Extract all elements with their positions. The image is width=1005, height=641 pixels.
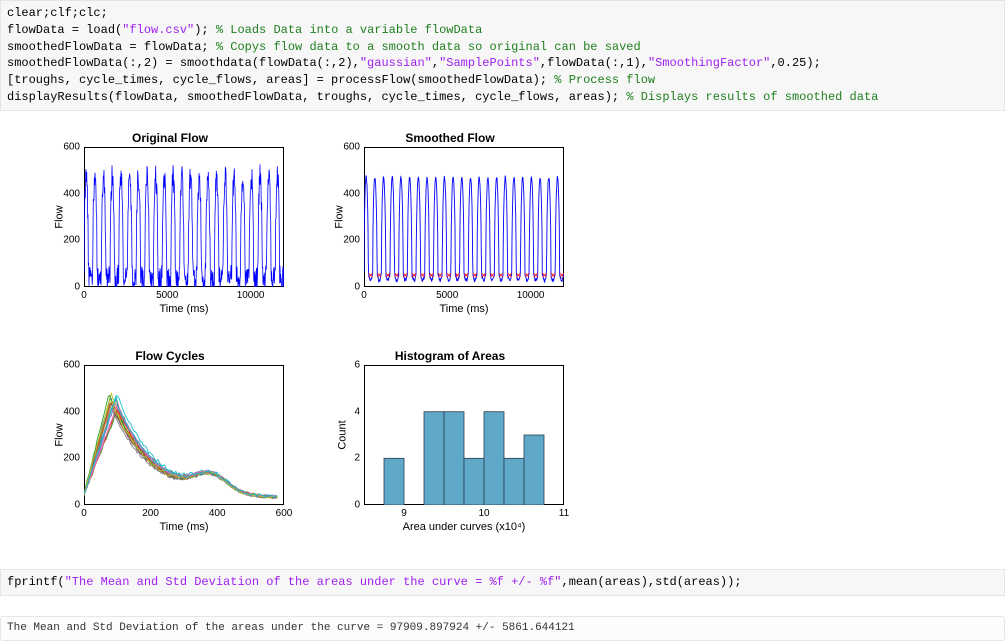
xtick: 10 <box>478 508 489 519</box>
xtick: 600 <box>276 508 293 519</box>
xtick: 0 <box>81 290 87 301</box>
ytick: 0 <box>50 281 80 292</box>
ytick: 0 <box>330 499 360 510</box>
ytick: 400 <box>50 188 80 199</box>
chart-smoothed-flow: Smoothed Flow Flow Time (ms) 0 200 400 6… <box>320 131 580 331</box>
code-cell-1: clear;clf;clc; flowData = load("flow.csv… <box>0 0 1005 111</box>
xtick: 0 <box>81 508 87 519</box>
ytick: 600 <box>330 141 360 152</box>
xtick: 200 <box>142 508 159 519</box>
xtick: 10000 <box>237 290 265 301</box>
bar-plot <box>364 365 564 505</box>
line-plot <box>84 365 284 505</box>
xtick: 5000 <box>156 290 178 301</box>
chart-histogram-areas: Histogram of Areas Count Area under curv… <box>320 349 580 549</box>
code-cell-2: fprintf("The Mean and Std Deviation of t… <box>0 569 1005 596</box>
xtick: 10000 <box>517 290 545 301</box>
ylabel: Count <box>337 420 349 449</box>
ytick: 0 <box>330 281 360 292</box>
ytick: 200 <box>330 235 360 246</box>
ytick: 2 <box>330 453 360 464</box>
ytick: 600 <box>50 359 80 370</box>
ytick: 200 <box>50 453 80 464</box>
xlabel: Area under curves (x10⁴) <box>364 521 564 533</box>
ytick: 200 <box>50 235 80 246</box>
xtick: 400 <box>209 508 226 519</box>
ytick: 4 <box>330 406 360 417</box>
ytick: 400 <box>330 188 360 199</box>
ytick: 600 <box>50 141 80 152</box>
xtick: 5000 <box>436 290 458 301</box>
line-plot <box>364 147 564 287</box>
xlabel: Time (ms) <box>364 303 564 315</box>
ylabel: Flow <box>334 205 346 228</box>
ytick: 6 <box>330 359 360 370</box>
chart-flow-cycles: Flow Cycles Flow Time (ms) 0 200 400 600… <box>40 349 300 549</box>
ylabel: Flow <box>54 423 66 446</box>
figure-output: Original Flow Flow Time (ms) 0 200 400 6… <box>0 111 1005 569</box>
ylabel: Flow <box>54 205 66 228</box>
line-plot <box>84 147 284 287</box>
xtick: 0 <box>361 290 367 301</box>
xlabel: Time (ms) <box>84 521 284 533</box>
xtick: 11 <box>559 508 569 519</box>
xtick: 9 <box>401 508 407 519</box>
text-output: The Mean and Std Deviation of the areas … <box>0 616 1005 641</box>
chart-original-flow: Original Flow Flow Time (ms) 0 200 400 6… <box>40 131 300 331</box>
xlabel: Time (ms) <box>84 303 284 315</box>
ytick: 400 <box>50 406 80 417</box>
ytick: 0 <box>50 499 80 510</box>
